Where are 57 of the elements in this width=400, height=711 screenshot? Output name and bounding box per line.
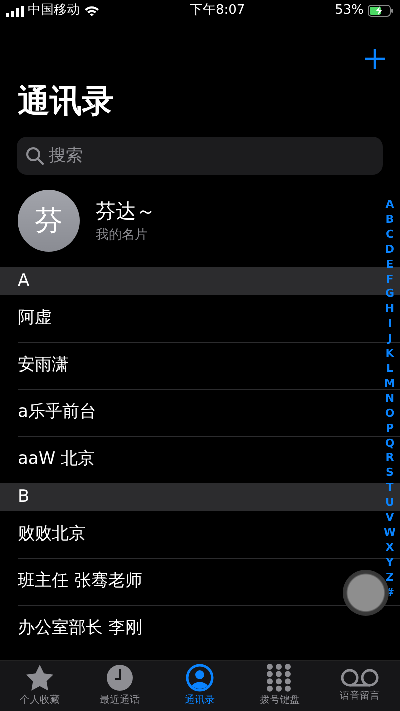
index-letter[interactable]: H (385, 302, 395, 318)
status-time: 下午8:07 (188, 2, 246, 20)
index-letter[interactable]: L (386, 362, 394, 377)
page-title: 通讯录 (17, 81, 115, 122)
index-letter[interactable]: V (386, 511, 394, 526)
tab[interactable]: 通讯录 (160, 661, 240, 711)
index-letter[interactable]: K (386, 347, 394, 362)
index-letter[interactable]: U (386, 496, 394, 512)
tab[interactable]: 拨号键盘 (240, 661, 320, 711)
clock-icon (106, 664, 134, 692)
index-letter[interactable]: E (386, 258, 394, 273)
contact-name[interactable]: 阿虚 (18, 308, 52, 328)
contact-name[interactable]: 班主任 张骞老师 (18, 571, 142, 591)
contact-name[interactable]: a乐乎前台 (18, 402, 96, 422)
index-letter[interactable]: I (388, 317, 392, 332)
index-letter[interactable]: J (388, 332, 392, 348)
index-letter[interactable]: X (386, 540, 394, 556)
index-letter[interactable]: T (386, 481, 394, 496)
contact-name[interactable]: aaW 北京 (18, 449, 96, 469)
tab[interactable]: 语音留言 (320, 661, 400, 711)
index-letter[interactable]: A (386, 198, 394, 213)
contact-name[interactable]: 安雨潇 (18, 355, 69, 375)
index-letter[interactable]: B (386, 212, 394, 228)
index-letter[interactable]: F (386, 272, 394, 288)
carrier-name: 中国移动 (28, 2, 80, 20)
index-letter[interactable]: W (384, 526, 396, 541)
contact-name[interactable]: 败败北京 (18, 524, 86, 544)
index-letter[interactable]: Y (386, 556, 394, 571)
battery-icon (368, 5, 394, 17)
tab[interactable]: 最近通话 (80, 661, 160, 711)
index-letter[interactable]: D (385, 242, 395, 258)
index-letter[interactable]: Z (386, 570, 394, 586)
add-button[interactable] (364, 48, 386, 70)
index-letter[interactable]: R (386, 451, 394, 466)
index-letter[interactable]: S (386, 466, 394, 482)
index-letter[interactable]: G (385, 287, 395, 302)
my-name: 芬达～ (96, 198, 156, 226)
index-letter[interactable]: P (386, 422, 394, 436)
add-icon (364, 48, 386, 70)
index-letter[interactable]: M (384, 376, 396, 392)
index-letter[interactable]: N (385, 392, 395, 407)
star-icon (25, 664, 55, 692)
my-card-label: 我的名片 (96, 227, 149, 246)
search-icon (26, 147, 44, 165)
index-letter[interactable]: C (386, 228, 394, 243)
avatar: 芬 (18, 190, 80, 252)
wifi-icon (84, 5, 100, 17)
tab[interactable]: 个人收藏 (0, 661, 80, 711)
index-letter[interactable]: O (385, 406, 395, 422)
search-field[interactable]: 搜索 (17, 137, 383, 175)
battery-percent: 53% (335, 2, 364, 20)
index-letter[interactable]: Q (385, 436, 395, 452)
contact-name[interactable]: 办公室部长 李刚 (18, 618, 142, 638)
voicemail-icon (340, 668, 380, 688)
keypad-icon (266, 664, 294, 692)
signal-icon (6, 6, 24, 16)
person-icon (186, 664, 214, 692)
